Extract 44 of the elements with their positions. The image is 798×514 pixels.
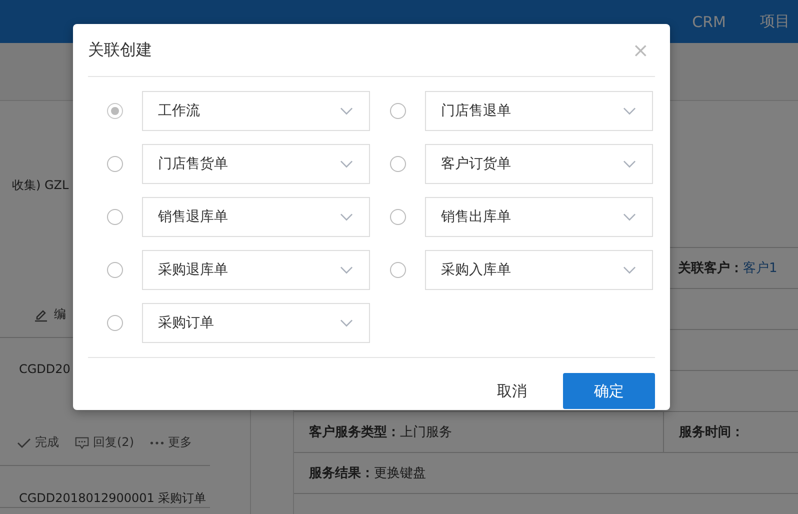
comment-icon xyxy=(75,436,89,450)
select-field[interactable]: 工作流 xyxy=(142,91,370,131)
chevron-down-icon xyxy=(340,213,353,221)
chevron-down-icon xyxy=(340,160,353,168)
action-link[interactable]: 完成 xyxy=(35,434,59,451)
cancel-button[interactable]: 取消 xyxy=(481,374,543,408)
select-field[interactable]: 销售出库单 xyxy=(425,197,653,237)
chevron-down-icon xyxy=(623,160,636,168)
order-title: CGDD2018012900001 采购订单 xyxy=(19,491,206,505)
chevron-down-icon xyxy=(623,107,636,115)
confirm-button[interactable]: 确定 xyxy=(563,373,655,409)
radio-button[interactable] xyxy=(390,209,406,225)
radio-button[interactable] xyxy=(107,262,123,278)
order-title: CGDD20 xyxy=(19,362,70,376)
chevron-down-icon xyxy=(623,213,636,221)
radio-button[interactable] xyxy=(107,209,123,225)
select-field[interactable]: 采购订单 xyxy=(142,303,370,343)
chevron-down-icon xyxy=(340,319,353,327)
detail-field: 服务时间： xyxy=(679,423,744,441)
detail-field: 客户服务类型：上门服务 xyxy=(309,425,452,440)
radio-button[interactable] xyxy=(107,315,123,331)
select-field[interactable]: 采购入库单 xyxy=(425,250,653,290)
detail-field: 服务结果：更换键盘 xyxy=(309,466,426,481)
detail-field: 关联客户：客户1 xyxy=(678,259,778,277)
chevron-down-icon xyxy=(623,266,636,274)
action-link[interactable]: 编 xyxy=(54,306,66,323)
pencil-icon xyxy=(34,308,48,322)
select-field[interactable]: 门店售退单 xyxy=(425,91,653,131)
radio-button[interactable] xyxy=(390,156,406,172)
chevron-down-icon xyxy=(340,266,353,274)
select-field[interactable]: 销售退库单 xyxy=(142,197,370,237)
chevron-down-icon xyxy=(340,107,353,115)
radio-button[interactable] xyxy=(390,103,406,119)
action-link[interactable]: 回复(2) xyxy=(93,434,134,451)
radio-button[interactable] xyxy=(107,103,123,119)
header-text: 收集) GZL xyxy=(12,177,70,194)
radio-button[interactable] xyxy=(107,156,123,172)
action-link[interactable]: 更多 xyxy=(168,434,192,451)
dialog-title: 关联创建 xyxy=(88,40,152,60)
select-field[interactable]: 采购退库单 xyxy=(142,250,370,290)
radio-button[interactable] xyxy=(390,262,406,278)
check-icon xyxy=(17,436,31,450)
select-field[interactable]: 门店售货单 xyxy=(142,144,370,184)
select-field[interactable]: 客户订货单 xyxy=(425,144,653,184)
